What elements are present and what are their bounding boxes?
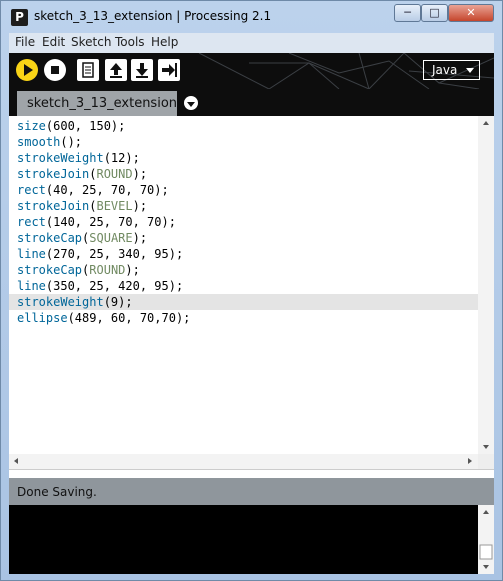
tab-menu-button[interactable]: [184, 96, 198, 110]
dropdown-arrow-icon: [466, 68, 474, 73]
code-args: );: [132, 231, 148, 245]
menu-edit[interactable]: Edit: [42, 35, 65, 49]
code-line[interactable]: line(270, 25, 340, 95);: [9, 246, 478, 262]
code-args: );: [132, 199, 148, 213]
code-function: strokeWeight: [17, 151, 104, 165]
code-line[interactable]: strokeCap(SQUARE);: [9, 230, 478, 246]
menu-help[interactable]: Help: [151, 35, 178, 49]
code-args: (600, 150);: [45, 119, 126, 133]
status-bar: Done Saving.: [9, 478, 494, 505]
processing-window: P sketch_3_13_extension | Processing 2.1…: [0, 0, 503, 581]
open-icon: [110, 63, 122, 78]
code-args: (12);: [103, 151, 140, 165]
code-args: (140, 25, 70, 70);: [45, 215, 176, 229]
code-line[interactable]: strokeJoin(BEVEL);: [9, 198, 478, 214]
new-icon: [82, 62, 94, 78]
processing-app-icon: P: [11, 9, 28, 26]
code-args: (270, 25, 340, 95);: [45, 247, 184, 261]
code-args: ();: [60, 135, 83, 149]
minimize-button[interactable]: ─: [394, 4, 421, 22]
maximize-button[interactable]: □: [421, 4, 448, 22]
divider[interactable]: [9, 469, 494, 478]
save-button[interactable]: [131, 59, 153, 81]
code-constant: BEVEL: [96, 199, 133, 213]
code-function: rect: [17, 183, 46, 197]
code-args: (40, 25, 70, 70);: [45, 183, 169, 197]
title-bar[interactable]: P sketch_3_13_extension | Processing 2.1…: [1, 1, 502, 33]
code-function: strokeJoin: [17, 199, 90, 213]
code-line[interactable]: ellipse(489, 60, 70,70);: [9, 310, 478, 326]
code-args: (489, 60, 70,70);: [67, 311, 191, 325]
code-line[interactable]: strokeCap(ROUND);: [9, 262, 478, 278]
code-function: smooth: [17, 135, 61, 149]
stop-button[interactable]: [44, 59, 66, 81]
tab-strip: sketch_3_13_extension: [9, 89, 494, 116]
editor-horizontal-scrollbar[interactable]: [9, 454, 478, 469]
code-function: line: [17, 247, 46, 261]
toolbar: Java: [9, 53, 494, 89]
code-line[interactable]: line(350, 25, 420, 95);: [9, 278, 478, 294]
export-button[interactable]: [158, 59, 180, 81]
code-function: rect: [17, 215, 46, 229]
code-line[interactable]: strokeWeight(9);: [9, 294, 478, 310]
code-args: );: [132, 167, 148, 181]
close-button[interactable]: ✕: [448, 4, 494, 22]
scroll-arrows-icon: [14, 458, 472, 464]
code-args: (350, 25, 420, 95);: [45, 279, 184, 293]
mode-selector[interactable]: Java: [423, 60, 480, 80]
new-button[interactable]: [77, 59, 99, 81]
code-function: strokeCap: [17, 263, 83, 277]
editor-vertical-scrollbar[interactable]: [478, 116, 494, 454]
menu-file[interactable]: File: [15, 35, 35, 49]
tab-sketch[interactable]: sketch_3_13_extension: [17, 91, 177, 116]
console-area[interactable]: [9, 505, 478, 574]
menu-tools[interactable]: Tools: [115, 35, 145, 49]
code-constant: ROUND: [96, 167, 133, 181]
code-function: ellipse: [17, 311, 68, 325]
code-function: strokeJoin: [17, 167, 90, 181]
menu-sketch[interactable]: Sketch: [71, 35, 111, 49]
save-icon: [136, 63, 148, 78]
code-function: strokeWeight: [17, 295, 104, 309]
code-args: );: [125, 263, 140, 277]
console-scrollbar[interactable]: [478, 505, 494, 574]
menu-bar: File Edit Sketch Tools Help: [9, 33, 494, 53]
code-line[interactable]: size(600, 150);: [9, 118, 478, 134]
code-function: size: [17, 119, 46, 133]
stop-icon: [51, 66, 59, 74]
code-function: strokeCap: [17, 231, 83, 245]
scroll-arrows-icon: [479, 510, 493, 569]
code-line[interactable]: strokeWeight(12);: [9, 150, 478, 166]
code-args: (9);: [103, 295, 133, 309]
code-line[interactable]: strokeJoin(ROUND);: [9, 166, 478, 182]
code-line[interactable]: rect(40, 25, 70, 70);: [9, 182, 478, 198]
export-icon: [162, 63, 177, 77]
scroll-arrows-icon: [483, 121, 489, 449]
status-message: Done Saving.: [17, 485, 97, 499]
code-function: line: [17, 279, 46, 293]
run-button[interactable]: [16, 59, 38, 81]
run-icon: [24, 64, 33, 76]
code-editor[interactable]: size(600, 150); smooth(); strokeWeight(12)…: [9, 116, 478, 454]
open-button[interactable]: [105, 59, 127, 81]
scrollbar-corner: [478, 454, 494, 469]
code-line[interactable]: rect(140, 25, 70, 70);: [9, 214, 478, 230]
code-line[interactable]: smooth();: [9, 134, 478, 150]
window-title: sketch_3_13_extension | Processing 2.1: [34, 9, 272, 23]
code-constant: SQUARE: [89, 231, 133, 245]
chevron-down-icon: [187, 102, 195, 107]
mode-label: Java: [432, 63, 458, 77]
code-constant: ROUND: [89, 263, 126, 277]
